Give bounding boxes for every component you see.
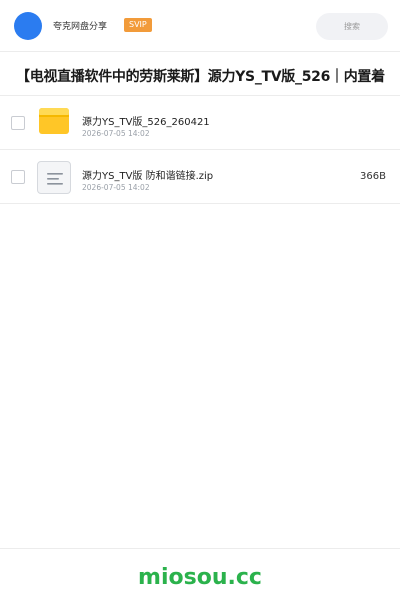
share-title-bar: 【电视直播软件中的劳斯莱斯】源力YS_TV版_526｜内置着 [0,53,400,96]
folder-icon [39,108,69,134]
svip-badge: SVIP [124,18,152,32]
file-row[interactable]: 源力YS_TV版_526_260421 2026-07-05 14:02 [0,96,400,150]
file-name: 源力YS_TV版_526_260421 [82,117,210,128]
file-row[interactable]: 源力YS_TV版 防和谐链接.zip 2026-07-05 14:02 366B [0,150,400,204]
search-input[interactable] [316,13,388,40]
row-checkbox[interactable] [11,170,25,184]
header: 夸克网盘分享 SVIP [0,0,400,52]
file-size: 366B [360,171,386,182]
file-date: 2026-07-05 14:02 [82,183,150,192]
file-date: 2026-07-05 14:02 [82,129,150,138]
brand-name: 夸克网盘分享 [53,22,108,32]
zip-file-icon [37,161,71,194]
avatar[interactable] [14,12,42,40]
file-name: 源力YS_TV版 防和谐链接.zip [82,171,214,182]
share-title: 【电视直播软件中的劳斯莱斯】源力YS_TV版_526｜内置着 [16,69,385,85]
row-checkbox[interactable] [11,116,25,130]
share-page: 夸克网盘分享 SVIP 【电视直播软件中的劳斯莱斯】源力YS_TV版_526｜内… [0,0,400,600]
footer: miosou.cc [0,548,400,600]
watermark: miosou.cc [138,565,262,590]
